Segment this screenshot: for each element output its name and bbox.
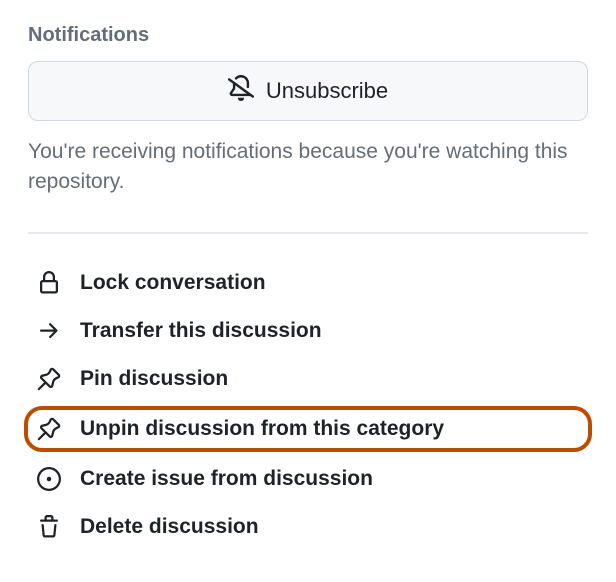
transfer-discussion-action[interactable]: Transfer this discussion — [28, 310, 588, 352]
notifications-title: Notifications — [28, 24, 588, 47]
create-issue-label: Create issue from discussion — [80, 467, 373, 491]
unsubscribe-label: Unsubscribe — [266, 78, 388, 104]
discussion-actions: Lock conversation Transfer this discussi… — [28, 262, 588, 548]
pin-icon — [36, 416, 62, 442]
unpin-category-action[interactable]: Unpin discussion from this category — [24, 406, 592, 452]
unsubscribe-button[interactable]: Unsubscribe — [28, 61, 588, 121]
issue-opened-icon — [36, 466, 62, 492]
delete-discussion-action[interactable]: Delete discussion — [28, 506, 588, 548]
notifications-help-text: You're receiving notifications because y… — [28, 137, 588, 198]
pin-icon — [36, 366, 62, 392]
arrow-right-icon — [36, 318, 62, 344]
pin-label: Pin discussion — [80, 367, 228, 391]
lock-conversation-action[interactable]: Lock conversation — [28, 262, 588, 304]
pin-discussion-action[interactable]: Pin discussion — [28, 358, 588, 400]
divider — [28, 232, 588, 234]
trash-icon — [36, 514, 62, 540]
transfer-label: Transfer this discussion — [80, 319, 322, 343]
lock-label: Lock conversation — [80, 271, 266, 295]
bell-slash-icon — [228, 75, 254, 107]
unpin-category-label: Unpin discussion from this category — [80, 417, 444, 441]
delete-label: Delete discussion — [80, 515, 259, 539]
notifications-section: Notifications Unsubscribe You're receivi… — [28, 24, 588, 198]
create-issue-action[interactable]: Create issue from discussion — [28, 458, 588, 500]
lock-icon — [36, 270, 62, 296]
